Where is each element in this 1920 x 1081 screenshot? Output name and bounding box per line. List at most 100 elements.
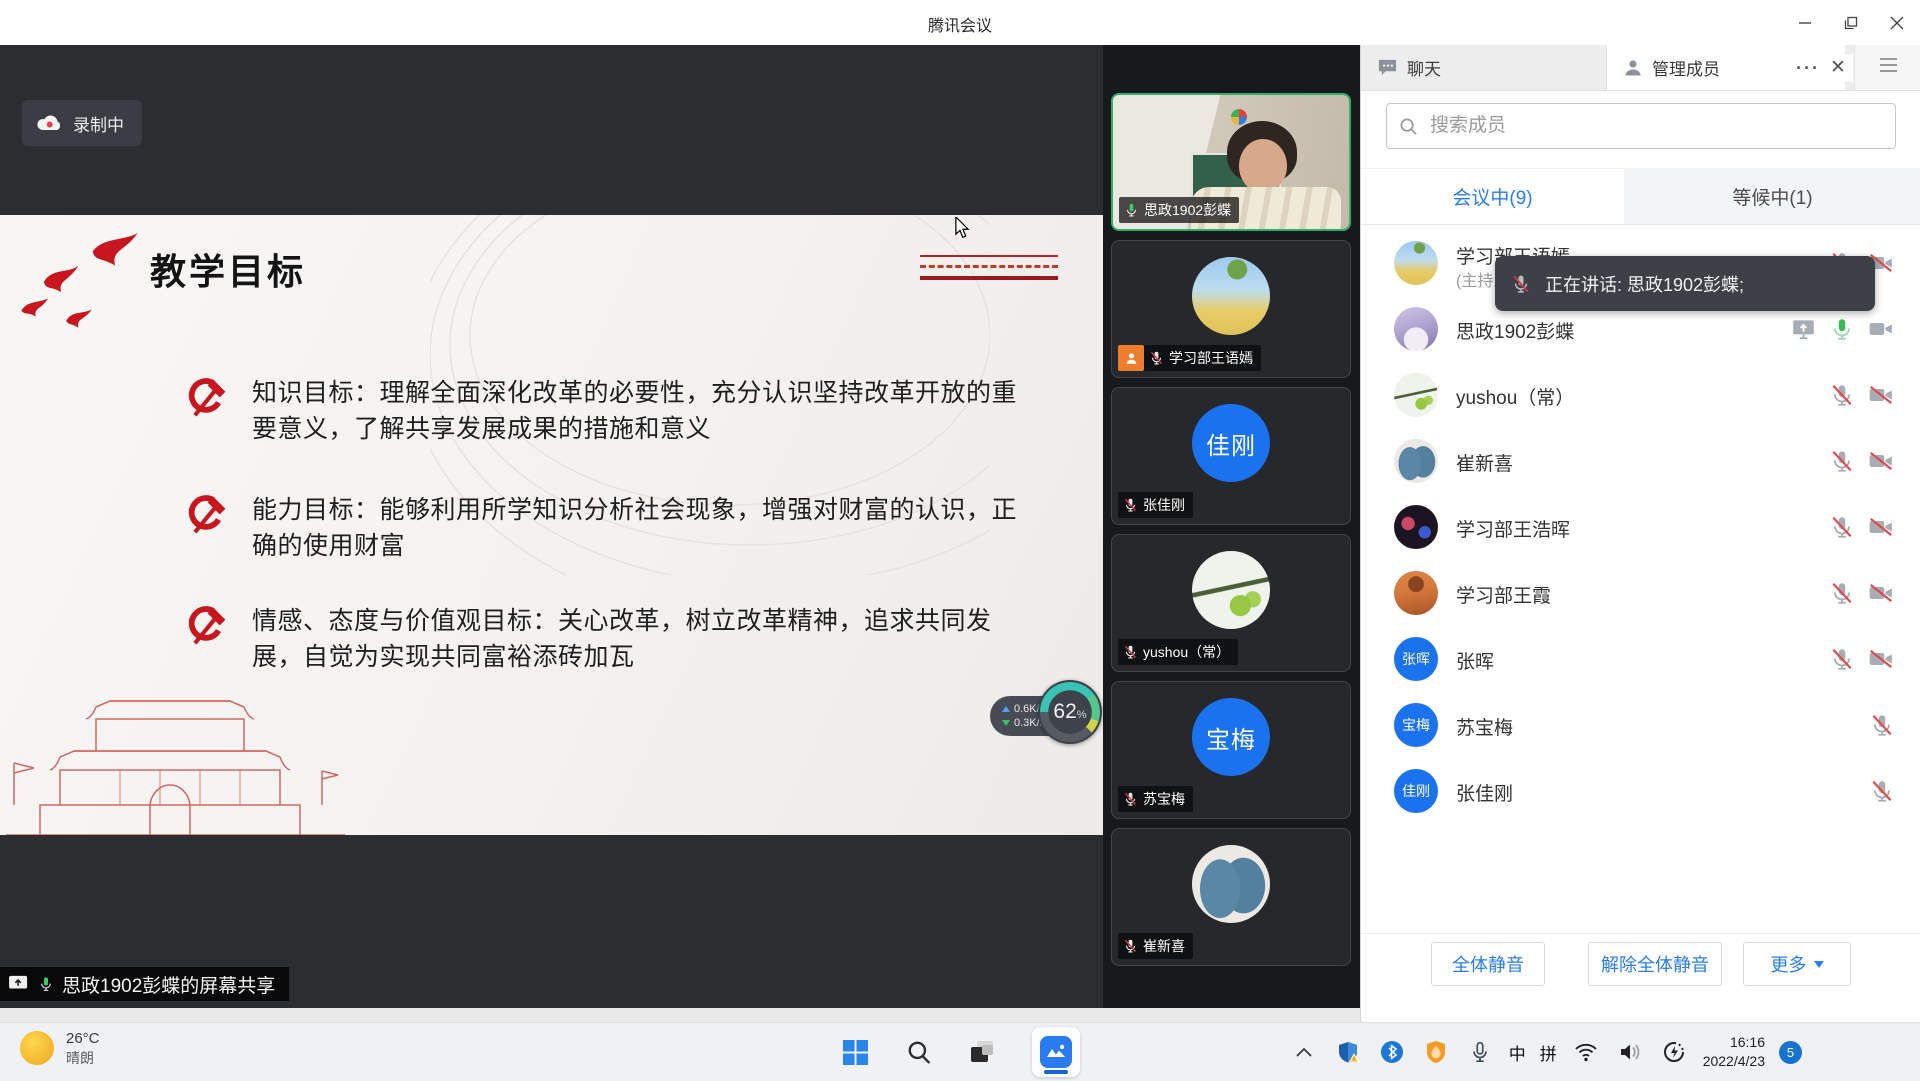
tab-in-meeting[interactable]: 会议中(9) (1361, 169, 1624, 224)
slide-title: 教学目标 (150, 243, 306, 295)
member-row[interactable]: 学习部王浩晖 (1361, 494, 1920, 560)
recording-badge[interactable]: 录制中 (22, 100, 142, 146)
sharing-screen-icon[interactable] (1790, 316, 1817, 342)
muted-mic-icon[interactable] (1869, 712, 1895, 738)
red-birds-graphic (12, 229, 147, 341)
tab-chat-label: 聊天 (1407, 55, 1441, 80)
member-search[interactable] (1386, 103, 1896, 149)
member-name: 学习部王浩晖 (1456, 515, 1570, 542)
volume-icon[interactable] (1615, 1037, 1645, 1067)
camera-on-icon[interactable] (1867, 316, 1895, 342)
member-name: yushou（常） (1456, 383, 1574, 410)
member-name: 张晖 (1456, 647, 1494, 674)
ime-pinyin-indicator[interactable]: 拼 (1540, 1040, 1557, 1065)
muted-mic-icon (1123, 790, 1138, 808)
muted-mic-icon[interactable] (1829, 382, 1855, 408)
video-tile-pengdie[interactable]: 思政1902彭蝶 (1111, 93, 1351, 231)
tencent-meeting-app[interactable] (1032, 1027, 1080, 1077)
minimize-button[interactable] (1782, 0, 1828, 45)
upload-icon (1002, 706, 1010, 712)
muted-mic-icon (1511, 272, 1531, 296)
video-tile-cuixinxi[interactable]: 崔新喜 (1111, 828, 1351, 966)
progress-ring-overlay[interactable]: 62% (1038, 680, 1102, 744)
muted-mic-icon[interactable] (1829, 448, 1855, 474)
muted-mic-icon[interactable] (1829, 646, 1855, 672)
party-emblem-icon (180, 375, 226, 421)
muted-mic-icon[interactable] (1829, 514, 1855, 540)
avatar (1394, 571, 1438, 615)
member-row[interactable]: 张晖 张晖 (1361, 626, 1920, 692)
muted-mic-icon[interactable] (1869, 778, 1895, 804)
muted-camera-icon[interactable] (1867, 514, 1895, 540)
clock-time: 16:16 (1703, 1033, 1765, 1052)
weather-temp: 26°C (66, 1029, 100, 1049)
antivirus-flame-icon[interactable] (1421, 1037, 1451, 1067)
battery-icon[interactable] (1659, 1037, 1689, 1067)
download-icon (1002, 720, 1010, 726)
search-icon (1399, 117, 1418, 136)
chat-icon (1377, 58, 1398, 77)
maximize-button[interactable] (1828, 0, 1874, 45)
member-name: 思政1902彭蝶 (1456, 317, 1574, 344)
active-mic-icon (1124, 201, 1139, 219)
party-emblem-icon (180, 492, 226, 538)
panel-more-button[interactable]: ··· (1793, 54, 1823, 82)
panel-close-button[interactable]: ✕ (1823, 54, 1853, 82)
start-button[interactable] (840, 1037, 870, 1067)
member-row[interactable]: 崔新喜 (1361, 428, 1920, 494)
footer-divider (1361, 933, 1920, 934)
wifi-icon[interactable] (1571, 1037, 1601, 1067)
active-mic-icon[interactable] (1829, 316, 1855, 342)
avatar (1394, 307, 1438, 351)
member-row[interactable]: 佳刚 张佳刚 (1361, 758, 1920, 824)
participant-name: 学习部王语嫣 (1169, 348, 1253, 368)
muted-mic-icon[interactable] (1829, 580, 1855, 606)
video-tile-zhangjiagang[interactable]: 佳刚 张佳刚 (1111, 387, 1351, 525)
muted-camera-icon[interactable] (1867, 580, 1895, 606)
participant-name: 苏宝梅 (1143, 789, 1185, 809)
microphone-tray-icon[interactable] (1465, 1037, 1495, 1067)
video-thumbnail-column: 思政1902彭蝶 学习部王语嫣 佳刚 (1103, 45, 1360, 1008)
tab-members-label: 管理成员 (1652, 55, 1720, 80)
avatar (1394, 241, 1438, 285)
panel-list-toggle[interactable] (1854, 45, 1920, 90)
member-row[interactable]: yushou（常） (1361, 362, 1920, 428)
active-mic-icon (38, 974, 54, 994)
member-state-tabs: 会议中(9) 等候中(1) (1361, 168, 1920, 225)
muted-camera-icon[interactable] (1867, 646, 1895, 672)
muted-camera-icon[interactable] (1867, 448, 1895, 474)
ime-language-indicator[interactable]: 中 (1509, 1040, 1526, 1065)
taskbar-center (840, 1023, 1080, 1081)
bluetooth-icon[interactable] (1377, 1037, 1407, 1067)
avatar (1394, 505, 1438, 549)
muted-camera-icon[interactable] (1867, 382, 1895, 408)
recording-label: 录制中 (73, 111, 124, 136)
unmute-all-button[interactable]: 解除全体静音 (1588, 942, 1722, 986)
bullet-text: 知识目标：理解全面深化改革的必要性，充分认识坚持改革开放的重要意义，了解共享发展… (252, 375, 1022, 447)
progress-ring (1040, 682, 1100, 742)
tab-chat[interactable]: 聊天 (1361, 45, 1607, 90)
tray-expand-button[interactable] (1289, 1037, 1319, 1067)
window-title: 腾讯会议 (0, 12, 1920, 36)
search-input[interactable] (1428, 114, 1883, 138)
video-tile-subaomei[interactable]: 宝梅 苏宝梅 (1111, 681, 1351, 819)
tencent-meeting-icon (1039, 1035, 1073, 1069)
search-button[interactable] (904, 1037, 934, 1067)
security-shield-icon[interactable]: ! (1333, 1037, 1363, 1067)
screen-share-banner: 思政1902彭蝶的屏幕共享 (0, 967, 289, 1001)
windows-taskbar: 26°C 晴朗 (0, 1022, 1920, 1081)
video-tile-yushou[interactable]: yushou（常） (1111, 534, 1351, 672)
cloud-record-icon (36, 113, 63, 133)
tab-waiting[interactable]: 等候中(1) (1624, 169, 1920, 224)
clock-widget[interactable]: 16:16 2022/4/23 (1703, 1033, 1765, 1071)
task-view-button[interactable] (968, 1037, 998, 1067)
avatar (1192, 257, 1270, 335)
member-row[interactable]: 学习部王霞 (1361, 560, 1920, 626)
member-row[interactable]: 宝梅 苏宝梅 (1361, 692, 1920, 758)
weather-widget[interactable]: 26°C 晴朗 (20, 1029, 100, 1067)
mute-all-button[interactable]: 全体静音 (1431, 942, 1545, 986)
close-window-button[interactable] (1874, 0, 1920, 45)
notification-badge[interactable]: 5 (1779, 1041, 1802, 1064)
video-tile-wangyuyan[interactable]: 学习部王语嫣 (1111, 240, 1351, 378)
more-button[interactable]: 更多 (1743, 942, 1851, 986)
